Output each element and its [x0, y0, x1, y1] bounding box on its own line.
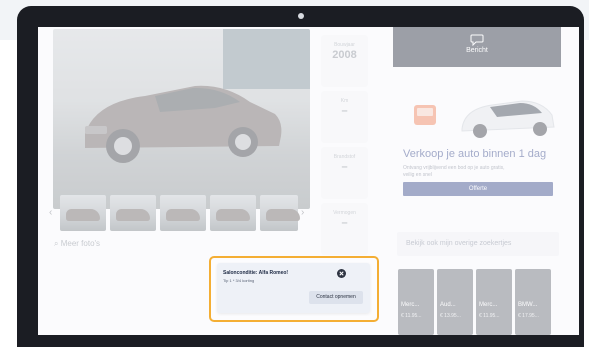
ad-cta-button[interactable]: Offerte — [403, 182, 553, 196]
spec-label: Brandstof — [333, 154, 356, 160]
spec-power: Vermogen – — [321, 203, 368, 255]
message-label: Bericht — [466, 47, 488, 54]
spec-label: Km — [340, 98, 349, 104]
spec-fuel: Brandstof – — [321, 147, 368, 199]
thumbnail[interactable] — [160, 195, 206, 231]
more-photos-label: Meer foto's — [60, 239, 101, 248]
chevron-left-icon[interactable]: ‹ — [49, 207, 52, 218]
spec-mileage: Km – — [321, 91, 368, 143]
more-photos-link[interactable]: ⌕ Meer foto's — [54, 239, 100, 249]
contact-button[interactable]: Contact opnemen — [309, 291, 363, 304]
ad-card-title: Aud... — [440, 302, 456, 308]
ad-card-title: Merc... — [401, 302, 420, 308]
page: ‹ › ⌕ Meer foto's Bouwjaar 2008 Km – Bra… — [0, 0, 589, 347]
spec-value: 2008 — [332, 49, 357, 61]
spec-value: – — [341, 105, 348, 117]
advertisement[interactable]: Verkoop je auto binnen 1 dag Ontvang vri… — [400, 85, 562, 225]
spec-label: Vermogen — [333, 210, 356, 216]
ad-car-image — [414, 100, 555, 138]
other-ads-label: Bekijk ook mijn overige zoekertjes — [406, 240, 512, 247]
search-icon: ⌕ — [54, 239, 59, 248]
notification-popup: Salonconditie: Alfa Romeo! Tip 1 * 3/4 k… — [217, 263, 370, 313]
other-ads-link[interactable]: Bekijk ook mijn overige zoekertjes — [397, 232, 559, 256]
ad-card-price: € 17.95... — [518, 313, 539, 319]
ad-card[interactable]: Merc... € 11.95... — [398, 269, 434, 335]
thumbnail[interactable] — [110, 195, 156, 231]
spec-year: Bouwjaar 2008 — [321, 35, 368, 87]
spec-value: – — [341, 217, 348, 229]
other-ads-cards: Merc... € 11.95... Aud... € 13.95... Mer… — [398, 269, 560, 335]
ad-card-price: € 13.95... — [440, 313, 461, 319]
close-icon[interactable] — [337, 269, 346, 278]
spec-label: Bouwjaar — [334, 42, 355, 48]
ad-body: Ontvang vrijblijvend een bod op je auto … — [403, 165, 505, 178]
thumbnail[interactable] — [260, 195, 300, 231]
thumbnail[interactable] — [210, 195, 256, 231]
ad-card-title: Merc... — [479, 302, 498, 308]
main-car-photo[interactable] — [53, 29, 310, 209]
ad-card-price: € 11.95... — [479, 313, 500, 319]
thumbnail[interactable] — [60, 195, 106, 231]
chevron-right-icon[interactable]: › — [301, 207, 304, 218]
spec-value: – — [341, 161, 348, 173]
message-button[interactable]: Bericht — [393, 27, 561, 67]
car-image — [85, 85, 282, 163]
ad-card[interactable]: Merc... € 11.95... — [476, 269, 512, 335]
ad-card-title: BMW... — [518, 302, 538, 308]
sidebar: Bericht Verkoop je auto binnen 1 dag Ont… — [393, 27, 569, 335]
thumbnail-strip: ‹ › — [49, 195, 307, 231]
speech-bubble-icon — [470, 34, 484, 46]
ad-card-price: € 11.95... — [401, 313, 422, 319]
ad-card[interactable]: Aud... € 13.95... — [437, 269, 473, 335]
popup-title: Salonconditie: Alfa Romeo! — [223, 270, 289, 276]
popup-subtitle: Tip 1 * 3/4 korting — [223, 278, 255, 283]
ad-card[interactable]: BMW... € 17.95... — [515, 269, 551, 335]
webcam-dot — [298, 13, 304, 19]
ad-title: Verkoop je auto binnen 1 dag — [403, 148, 547, 160]
